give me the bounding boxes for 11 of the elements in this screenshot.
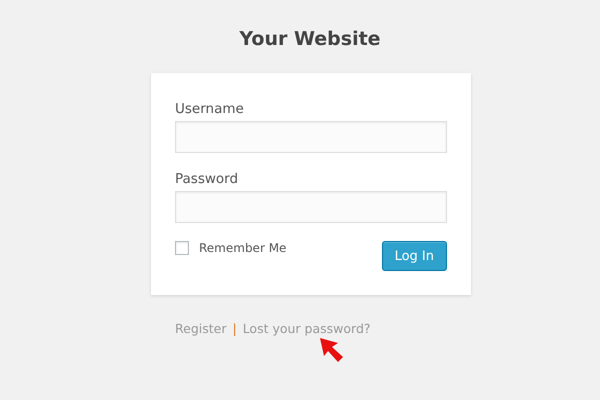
input-field[interactable] [175, 191, 447, 223]
site-title: Your Website [239, 28, 381, 50]
link[interactable]: Register [175, 321, 226, 336]
field-label: Username [175, 101, 245, 117]
input-field[interactable] [175, 121, 447, 153]
checkbox-label: Remember Me [199, 241, 286, 255]
field-label: Password [175, 171, 240, 187]
link-separator: | [232, 321, 237, 336]
checkbox[interactable] [175, 241, 189, 255]
link[interactable]: Lost your password? [242, 321, 371, 336]
login-button[interactable]: Log In [382, 241, 447, 271]
